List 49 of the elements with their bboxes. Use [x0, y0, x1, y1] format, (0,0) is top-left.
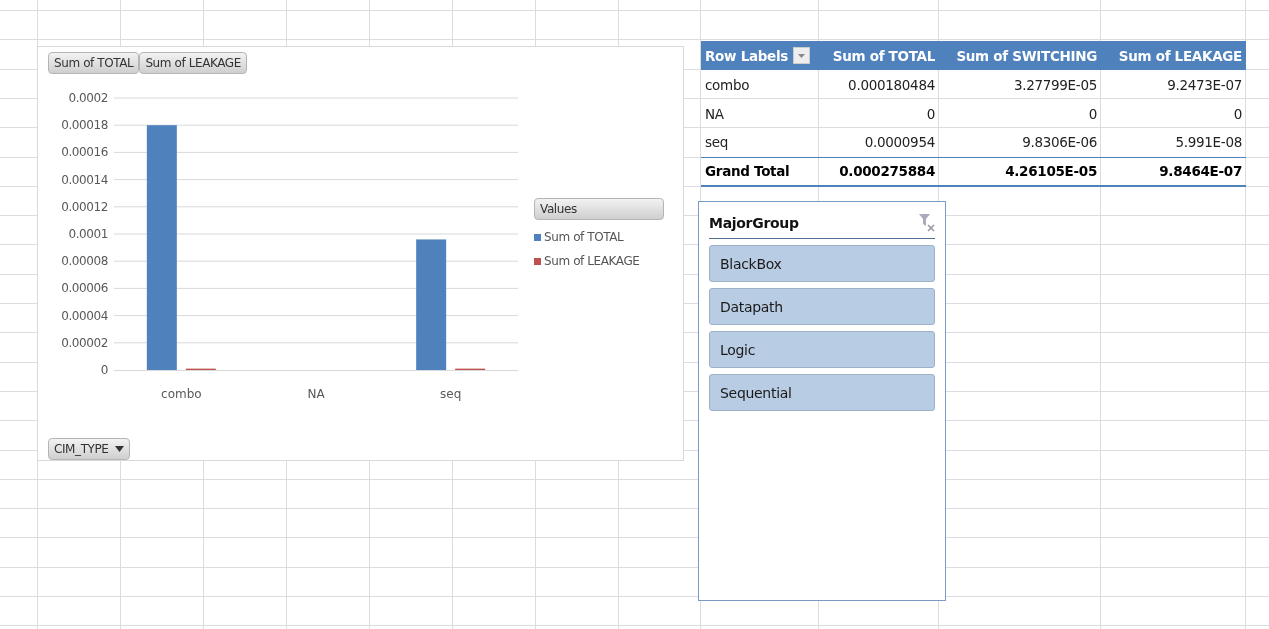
y-tick-label: 0.0002 [68, 91, 108, 105]
value-cell-text: 0 [925, 104, 936, 124]
category-label: NA [307, 387, 325, 401]
y-tick-label: 0.0001 [68, 227, 108, 241]
y-tick-label: 0.00012 [61, 199, 108, 214]
slicer-title: MajorGroup [709, 215, 799, 231]
row-label: combo [701, 70, 819, 99]
category-label: seq [440, 387, 462, 401]
row-label: seq [701, 128, 819, 157]
value-cell: 3.27799E-05 [939, 70, 1101, 99]
value-cell: 5.991E-08 [1101, 128, 1246, 157]
value-cell: 0.000275884 [819, 157, 939, 186]
y-tick-label: 0.00004 [61, 308, 108, 323]
value-cell-text: 0 [1232, 104, 1243, 124]
value-field-button[interactable]: Sum of LEAKAGE [139, 52, 247, 74]
legend-field-button[interactable]: Values [534, 198, 664, 220]
y-tick-label: 0.00018 [61, 118, 108, 133]
row-label: NA [704, 104, 725, 124]
slicer-item[interactable]: Logic [709, 331, 935, 368]
value-cell: 0.000180484 [819, 70, 939, 99]
legend-label: Sum of TOTAL [544, 230, 624, 244]
value-cell: 9.8306E-06 [939, 128, 1101, 157]
column-header: Sum of TOTAL [819, 41, 939, 70]
category-label: combo [161, 387, 202, 401]
filter-dropdown-button[interactable] [793, 47, 811, 64]
column-header: Sum of SWITCHING [939, 41, 1101, 70]
row-label: Grand Total [701, 157, 819, 186]
value-cell-text: 0 [1087, 104, 1098, 124]
value-cell: 9.8464E-07 [1101, 157, 1246, 186]
column-header: Sum of LEAKAGE [1101, 41, 1246, 70]
clear-filter-icon[interactable] [919, 214, 935, 232]
axis-field-button[interactable]: CIM_TYPE [48, 438, 130, 460]
value-cell: 9.2473E-07 [1101, 70, 1246, 99]
slicer-item[interactable]: Sequential [709, 374, 935, 411]
legend-label: Sum of LEAKAGE [544, 254, 640, 268]
slicer-item[interactable]: BlackBox [709, 245, 935, 282]
value-cell: 4.26105E-05 [939, 157, 1101, 186]
y-tick-label: 0 [100, 363, 108, 377]
value-field-button[interactable]: Sum of TOTAL [48, 52, 140, 74]
y-tick-label: 0.00002 [61, 335, 108, 350]
value-cell: 0.0000954 [819, 128, 939, 157]
column-header: Row Labels [705, 47, 789, 64]
caret-icon [798, 53, 806, 58]
y-tick-label: 0.00016 [61, 145, 108, 160]
slicer-item[interactable]: Datapath [709, 288, 935, 325]
y-tick-label: 0.00006 [61, 281, 108, 296]
caret-icon [114, 446, 124, 452]
y-tick-label: 0.00014 [61, 172, 108, 187]
y-tick-label: 0.00008 [61, 254, 108, 269]
